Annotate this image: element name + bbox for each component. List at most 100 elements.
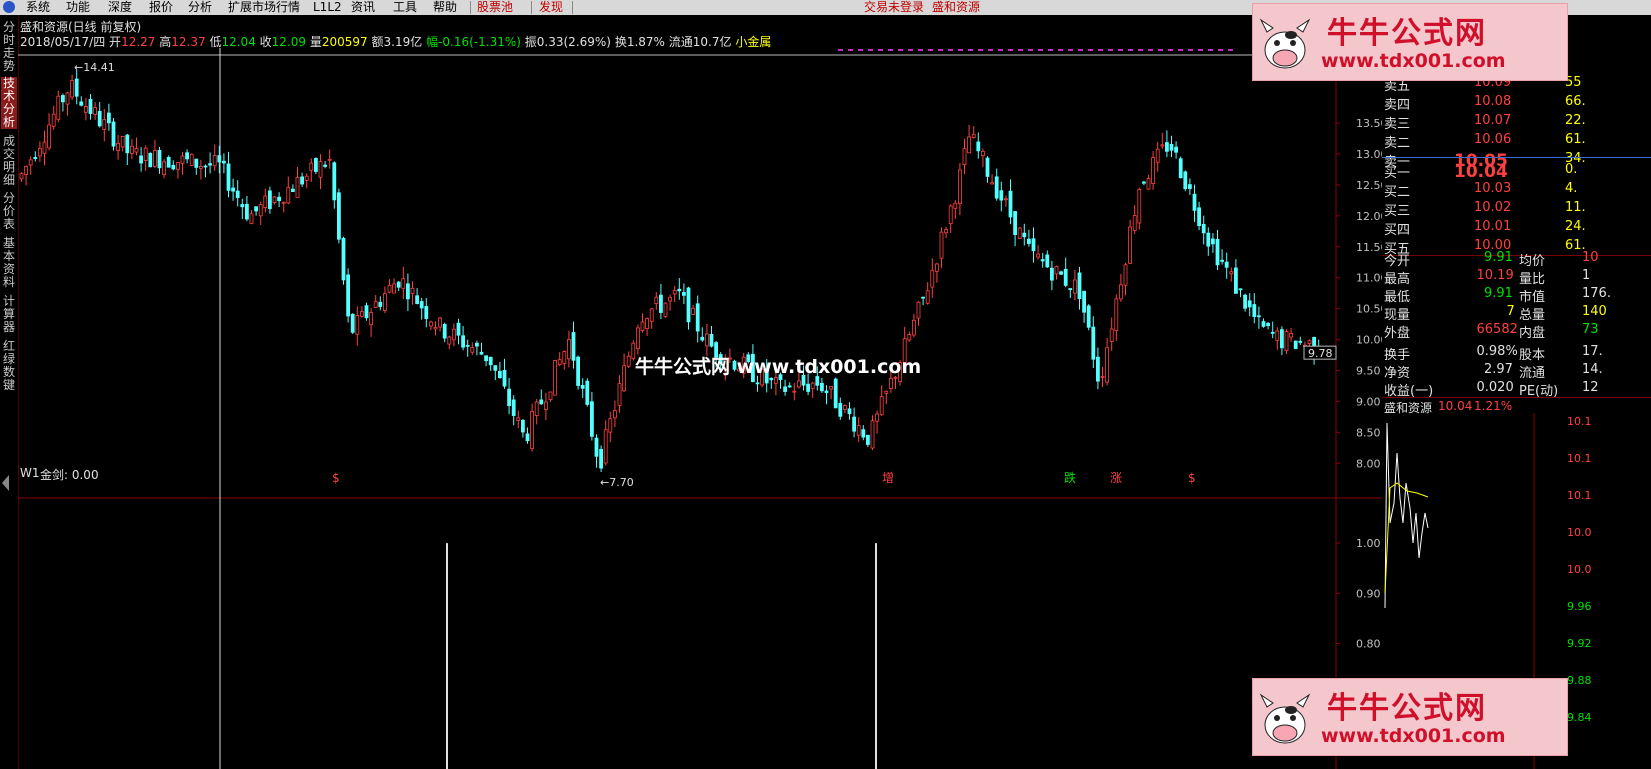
volume-marker bbox=[1028, 49, 1033, 51]
candle-body bbox=[557, 359, 562, 366]
menu-stock-pool[interactable]: 股票池 bbox=[477, 0, 513, 15]
menu-system[interactable]: 系统 bbox=[26, 0, 50, 15]
volume-marker bbox=[908, 49, 913, 51]
candle-body bbox=[290, 188, 295, 193]
candle-body bbox=[249, 213, 254, 225]
candle-body bbox=[1022, 232, 1027, 238]
mini-tick-label: 10.1 bbox=[1567, 415, 1592, 428]
ohlc-date: 2018/05/17/四 bbox=[20, 35, 106, 49]
menu-tools[interactable]: 工具 bbox=[393, 0, 417, 15]
candle-body bbox=[1008, 190, 1013, 218]
tab-intraday[interactable]: 分时走势 bbox=[1, 21, 17, 73]
volume-marker bbox=[1198, 49, 1203, 51]
menu-l1l2[interactable]: L1L2 bbox=[313, 0, 342, 15]
candle-body bbox=[590, 401, 594, 437]
candle-body bbox=[198, 166, 203, 169]
menu-discover[interactable]: 发现 bbox=[539, 0, 563, 15]
menu-analysis[interactable]: 分析 bbox=[188, 0, 212, 15]
bid-volume: 0. bbox=[1565, 162, 1578, 177]
login-status[interactable]: 交易未登录 bbox=[864, 0, 924, 15]
candle-body bbox=[1275, 330, 1280, 341]
kline-chart[interactable]: 13.50 13.00 12.50 12.00 11.50 11.00 10.50 10.00… bbox=[18, 48, 1382, 769]
candle-body bbox=[567, 339, 571, 360]
candle-body bbox=[994, 176, 999, 199]
bid-price: 10.01 bbox=[1474, 219, 1512, 234]
price-tick-label: 11.00 bbox=[1356, 272, 1382, 285]
candle-body bbox=[608, 418, 613, 433]
collapse-arrow-icon[interactable] bbox=[2, 475, 9, 491]
menu-function[interactable]: 功能 bbox=[66, 0, 90, 15]
stat-value: 140 bbox=[1582, 304, 1607, 319]
menu-news[interactable]: 资讯 bbox=[351, 0, 375, 15]
ohlc-open: 12.27 bbox=[121, 35, 156, 49]
tab-price-distribution[interactable]: 分价表 bbox=[1, 192, 17, 231]
candle-body bbox=[1229, 271, 1234, 275]
menu-extended-market[interactable]: 扩展市场行情 bbox=[228, 0, 300, 15]
volume-marker bbox=[1118, 49, 1123, 51]
candle-body bbox=[185, 152, 190, 160]
candle-body bbox=[295, 177, 300, 198]
volume-marker bbox=[1148, 49, 1153, 51]
indicator-name[interactable]: W1 bbox=[20, 466, 40, 480]
tab-calculator[interactable]: 计算器 bbox=[1, 295, 17, 334]
ask-price: 10.06 bbox=[1474, 132, 1512, 147]
candle-body bbox=[424, 306, 429, 319]
candle-body bbox=[1146, 178, 1151, 190]
candle-body bbox=[520, 419, 525, 433]
candle-body bbox=[659, 294, 663, 313]
price-tick-label: 8.00 bbox=[1356, 457, 1381, 470]
candle-body bbox=[235, 190, 240, 198]
tab-technical-analysis[interactable]: 技术分析 bbox=[1, 77, 17, 129]
view-tabs: 分时走势 技术分析 成交明细 分价表 基本资料 计算器 红绿数键 bbox=[0, 15, 19, 769]
candle-body bbox=[921, 296, 925, 299]
candle-body bbox=[428, 321, 433, 327]
candle-body bbox=[663, 302, 668, 317]
candle-body bbox=[162, 161, 167, 175]
volume-marker bbox=[958, 49, 963, 51]
candle-body bbox=[976, 141, 981, 152]
stat-value: 12 bbox=[1582, 380, 1599, 395]
chart-frame bbox=[18, 48, 1382, 769]
volume-marker bbox=[1218, 49, 1223, 51]
candle-body bbox=[479, 351, 484, 355]
stat-label: 均价 bbox=[1519, 254, 1546, 269]
ohlc-low: 12.04 bbox=[221, 35, 256, 49]
candle-body bbox=[1211, 238, 1215, 245]
bid-label: 买二 bbox=[1384, 185, 1411, 200]
candle-body bbox=[88, 98, 93, 114]
candle-body bbox=[378, 301, 383, 307]
candle-body bbox=[470, 347, 475, 353]
candle-body bbox=[433, 327, 438, 330]
menu-help[interactable]: 帮助 bbox=[433, 0, 457, 15]
candle-body bbox=[1169, 144, 1174, 151]
volume-marker bbox=[918, 49, 923, 51]
tab-trade-details[interactable]: 成交明细 bbox=[1, 135, 17, 187]
candle-body bbox=[1073, 279, 1077, 294]
volume-marker bbox=[1188, 49, 1193, 51]
candle-body bbox=[281, 201, 286, 204]
candle-body bbox=[1151, 157, 1155, 184]
candle-body bbox=[47, 124, 52, 149]
candle-body bbox=[263, 195, 268, 209]
candle-body bbox=[300, 176, 305, 185]
candle-body bbox=[1050, 267, 1054, 281]
tab-red-green-keys[interactable]: 红绿数键 bbox=[1, 340, 17, 392]
candle-body bbox=[194, 158, 199, 168]
menu-quote[interactable]: 报价 bbox=[149, 0, 173, 15]
candle-body bbox=[1096, 356, 1100, 382]
stat-label: 总量 bbox=[1519, 308, 1546, 323]
candle-body bbox=[985, 157, 990, 177]
menu-separator bbox=[531, 1, 532, 14]
candle-body bbox=[935, 263, 939, 272]
ohlc-open-label: 开 bbox=[109, 35, 122, 49]
price-tick-label: 13.00 bbox=[1356, 148, 1382, 161]
tab-fundamentals[interactable]: 基本资料 bbox=[1, 237, 17, 289]
ohlc-sector[interactable]: 小金属 bbox=[735, 35, 771, 49]
max-price-label: ←14.41 bbox=[74, 61, 115, 74]
candle-body bbox=[787, 385, 792, 388]
menu-depth[interactable]: 深度 bbox=[108, 0, 132, 15]
volume-marker bbox=[1038, 49, 1043, 51]
candle-body bbox=[539, 399, 544, 405]
candle-body bbox=[1027, 238, 1031, 244]
volume-marker bbox=[838, 49, 843, 51]
